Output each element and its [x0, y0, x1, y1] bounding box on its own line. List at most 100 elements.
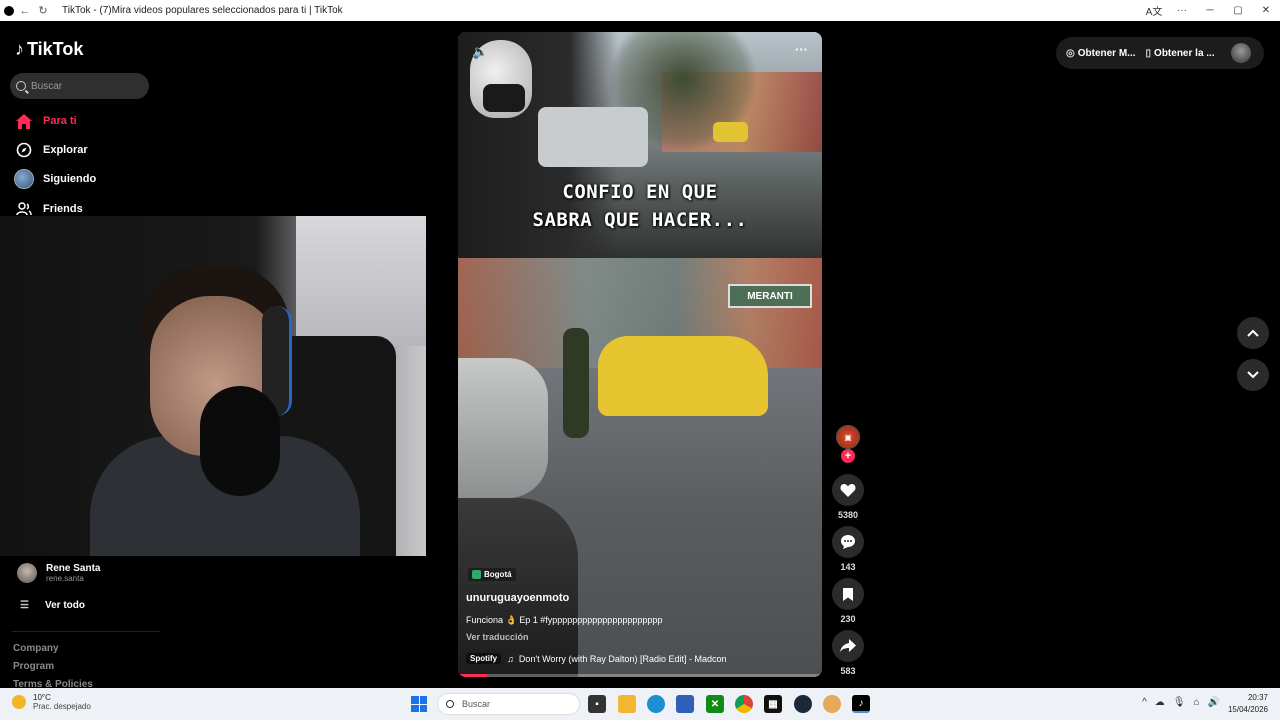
steam-icon[interactable] [794, 695, 812, 713]
sidebar-divider [12, 631, 160, 632]
heart-icon [840, 484, 856, 497]
tiktok-taskbar-icon[interactable]: ♪ [852, 695, 870, 713]
share-count: 583 [840, 666, 856, 676]
edge-icon[interactable] [647, 695, 665, 713]
store-icon[interactable] [676, 695, 694, 713]
nav-item-for-you[interactable]: Para ti [14, 111, 77, 131]
caption-line: CONFIO EN QUE [562, 181, 718, 203]
music-info[interactable]: Spotify ♫ Don't Worry (with Ray Dalton) … [466, 653, 726, 664]
profile-avatar[interactable] [1230, 43, 1251, 63]
search-input[interactable]: Buscar [10, 73, 149, 99]
next-video-button[interactable] [1237, 359, 1269, 391]
globe-avatar-icon [14, 169, 34, 189]
capcut-icon[interactable]: ▦ [764, 695, 782, 713]
account-handle: rene.santa [46, 574, 84, 583]
chevron-up-icon [1247, 329, 1259, 337]
comment-count: 143 [840, 562, 856, 572]
temperature: 10°C [33, 693, 51, 702]
comment-icon [841, 535, 855, 549]
bookmark-icon [843, 587, 853, 601]
reload-icon[interactable]: ↻ [36, 4, 50, 17]
start-button[interactable] [411, 696, 427, 712]
comment-button[interactable] [832, 526, 864, 558]
share-icon [840, 639, 856, 652]
location-pin-icon [472, 570, 481, 579]
previous-video-button[interactable] [1237, 317, 1269, 349]
nav-label: Para ti [43, 115, 77, 127]
minimize-button[interactable]: ─ [1196, 5, 1224, 16]
volume-icon[interactable]: 🔊 [1208, 697, 1220, 708]
windows-taskbar: 10°C Prac. despejado Buscar ▪ ✕ ▦ ♪ ^ ☁ … [0, 688, 1280, 720]
see-all-button[interactable]: ☰ Ver todo [20, 600, 85, 611]
tiktok-logo[interactable]: ♪ TikTok [15, 39, 83, 60]
video-description: Funciona 👌 Ep 1 #fyppppppppppppppppppppp… [466, 615, 663, 625]
nav-item-following[interactable]: Siguiendo [14, 169, 96, 189]
nav-label: Friends [43, 203, 83, 215]
save-count: 230 [840, 614, 856, 624]
video-progress-bar[interactable] [458, 674, 822, 677]
browser-titlebar: ← ↻ TikTok - (7)Mira videos populares se… [0, 0, 1280, 21]
top-right-toolbar: ◎ Obtener M... ▯ Obtener la ... [1056, 37, 1264, 69]
following-account-item[interactable]: Rene Santa rene.santa [17, 563, 100, 583]
video-progress-fill [458, 674, 488, 677]
more-options-icon[interactable]: ··· [795, 42, 808, 57]
footer-link-company[interactable]: Company [13, 643, 59, 654]
spotify-badge[interactable]: Spotify [466, 653, 502, 664]
location-badge[interactable]: Bogotá [468, 568, 516, 581]
cloud-icon[interactable]: ☁ [1155, 697, 1165, 708]
storefront-sign: MERANTI [728, 284, 812, 308]
clock-time: 20:37 [1247, 693, 1268, 702]
logo-text: TikTok [27, 39, 84, 59]
account-name: Rene Santa [46, 563, 101, 574]
clock-date: 15/04/2026 [1227, 705, 1268, 714]
footer-link-program[interactable]: Program [13, 661, 54, 672]
file-explorer-icon[interactable] [618, 695, 636, 713]
back-icon[interactable]: ← [18, 5, 32, 17]
network-icon[interactable]: ⌂ [1194, 697, 1200, 708]
maximize-button[interactable]: ▢ [1224, 5, 1252, 16]
get-app-button[interactable]: ▯ Obtener la ... [1146, 48, 1215, 59]
close-button[interactable]: ✕ [1252, 5, 1280, 16]
translate-icon[interactable]: A文 [1140, 3, 1168, 18]
list-icon: ☰ [20, 600, 29, 611]
system-tray: ^ ☁ 🎙 ⌂ 🔊 [1142, 697, 1220, 708]
microphone-icon[interactable]: 🎙 [1173, 697, 1186, 708]
nav-label: Explorar [43, 144, 88, 156]
get-coins-button[interactable]: ◎ Obtener M... [1066, 48, 1136, 59]
share-button[interactable] [832, 630, 864, 662]
location-name: Bogotá [484, 570, 512, 579]
weather-widget[interactable]: 10°C Prac. despejado [12, 693, 91, 711]
tray-overflow-icon[interactable]: ^ [1142, 697, 1147, 708]
video-caption: CONFIO EN QUE SABRA QUE HACER... [458, 178, 822, 234]
avatar [17, 563, 37, 583]
sun-icon [12, 695, 26, 709]
coin-icon: ◎ [1066, 47, 1075, 59]
tiktok-favicon-icon [4, 5, 14, 16]
video-player[interactable]: MERANTI CONFIO EN QUE SABRA QUE HACER...… [458, 32, 822, 677]
task-view-icon[interactable]: ▪ [588, 695, 606, 713]
phone-icon: ▯ [1145, 47, 1152, 59]
get-app-label: Obtener la ... [1154, 47, 1215, 59]
search-placeholder: Buscar [31, 80, 63, 92]
taskbar-search[interactable]: Buscar [437, 693, 580, 715]
nav-label: Siguiendo [43, 173, 97, 185]
taskbar-search-placeholder: Buscar [462, 699, 491, 709]
video-author[interactable]: unuruguayoenmoto [466, 592, 569, 604]
follow-plus-icon[interactable]: + [841, 449, 855, 463]
more-menu-icon[interactable]: ··· [1168, 5, 1196, 16]
system-clock[interactable]: 20:37 15/04/2026 [1228, 692, 1268, 716]
xbox-icon[interactable]: ✕ [706, 695, 724, 713]
chrome-icon[interactable] [735, 695, 753, 713]
nav-item-explore[interactable]: Explorar [14, 140, 88, 160]
creator-avatar[interactable]: ▣ [836, 425, 860, 449]
volume-icon[interactable]: 🔈 [472, 44, 488, 60]
like-button[interactable] [832, 474, 864, 506]
chevron-down-icon [1247, 371, 1259, 379]
app-icon[interactable] [823, 695, 841, 713]
like-count: 5380 [837, 510, 859, 520]
get-coins-label: Obtener M... [1077, 47, 1136, 59]
see-translation-link[interactable]: Ver traducción [466, 632, 529, 642]
home-icon [14, 111, 34, 131]
window-title: TikTok - (7)Mira videos populares selecc… [62, 5, 343, 16]
save-button[interactable] [832, 578, 864, 610]
